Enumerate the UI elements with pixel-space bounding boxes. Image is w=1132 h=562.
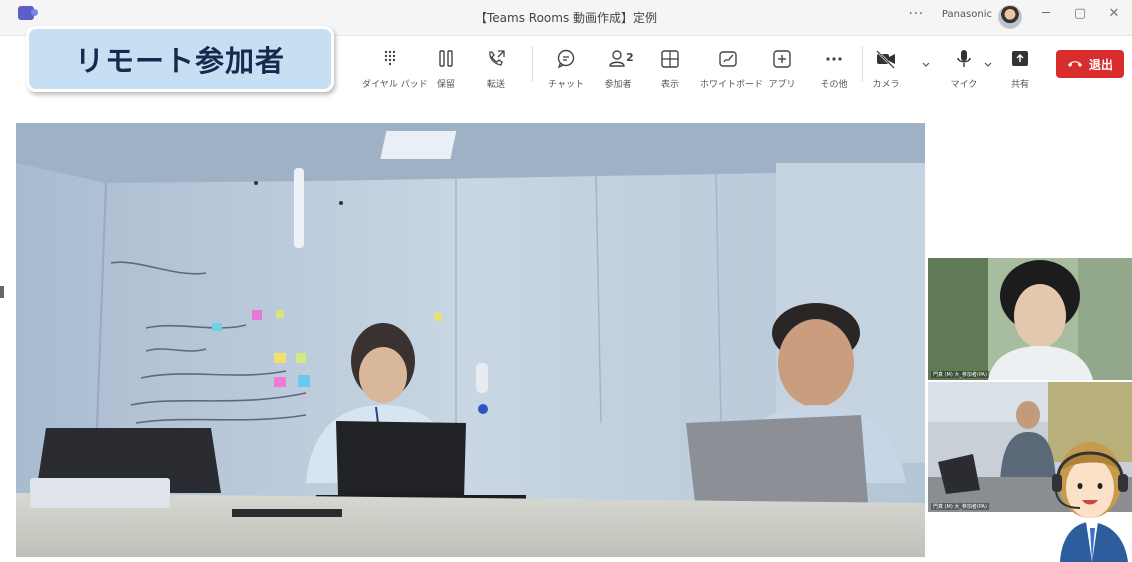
dialpad-label: ダイヤル パッド <box>362 80 428 90</box>
hold-label: 保留 <box>436 80 455 90</box>
camera-off-icon <box>876 50 895 69</box>
whiteboard-icon <box>719 51 737 67</box>
dialpad-icon <box>384 50 396 66</box>
headset-operator-illustration <box>1052 442 1128 562</box>
view-label: 表示 <box>660 80 679 90</box>
participants-button[interactable]: 2 参加者 <box>590 48 646 90</box>
participant-name-label: 門真 (M) 大_参加者(PA) <box>931 503 989 510</box>
apps-icon <box>773 50 791 68</box>
close-window-button[interactable]: ✕ <box>1102 6 1126 21</box>
participant-video-tile[interactable]: 門真 (M) 大_参加者(PA) <box>928 258 1132 380</box>
meeting-room-scene <box>16 123 925 557</box>
more-icon <box>826 57 842 61</box>
transfer-button[interactable]: 転送 <box>468 48 524 90</box>
participants-label: 参加者 <box>604 80 632 90</box>
microphone-label: マイク <box>950 80 978 90</box>
hold-icon <box>439 50 453 67</box>
dialpad-button[interactable]: ダイヤル パッド <box>362 48 428 90</box>
leave-label: 退出 <box>1088 57 1113 72</box>
hold-button[interactable]: 保留 <box>418 48 474 90</box>
whiteboard-label: ホワイトボード <box>700 80 764 90</box>
participant-name-label: 門真 (M) 大_参加者(PA) <box>931 371 989 378</box>
window-more-button[interactable]: ··· <box>909 7 924 22</box>
participants-count: 2 <box>626 51 634 64</box>
share-button[interactable]: 共有 <box>992 48 1048 90</box>
toolbar-divider <box>532 46 533 82</box>
hang-up-icon <box>1067 61 1082 67</box>
user-avatar[interactable] <box>998 5 1022 29</box>
apps-label: アプリ <box>768 80 796 90</box>
maximize-button[interactable]: ▢ <box>1068 6 1092 21</box>
transfer-label: 転送 <box>486 80 505 90</box>
left-edge-marker <box>0 286 4 298</box>
chat-icon <box>557 49 575 69</box>
view-icon <box>661 50 679 68</box>
leave-button[interactable]: 退出 <box>1056 50 1124 78</box>
apps-button[interactable]: アプリ <box>754 48 810 90</box>
view-button[interactable]: 表示 <box>642 48 698 90</box>
chat-button[interactable]: チャット <box>538 48 594 90</box>
main-video-feed[interactable] <box>16 123 925 557</box>
participant-1-video <box>928 258 1132 380</box>
chat-label: チャット <box>548 80 584 90</box>
remote-participant-banner: リモート参加者 <box>26 26 334 92</box>
share-icon <box>1012 51 1028 66</box>
mic-icon <box>957 50 971 67</box>
camera-label: カメラ <box>872 80 900 90</box>
more-label: その他 <box>820 80 848 90</box>
more-options-button[interactable]: その他 <box>806 48 862 90</box>
whiteboard-button[interactable]: ホワイトボード <box>700 48 764 90</box>
share-label: 共有 <box>1010 80 1029 90</box>
transfer-icon <box>489 50 505 66</box>
camera-options-chevron-icon[interactable] <box>921 60 931 70</box>
camera-button[interactable]: カメラ <box>858 48 914 90</box>
minimize-button[interactable]: ─ <box>1034 6 1058 21</box>
organization-name[interactable]: Panasonic <box>942 9 992 20</box>
